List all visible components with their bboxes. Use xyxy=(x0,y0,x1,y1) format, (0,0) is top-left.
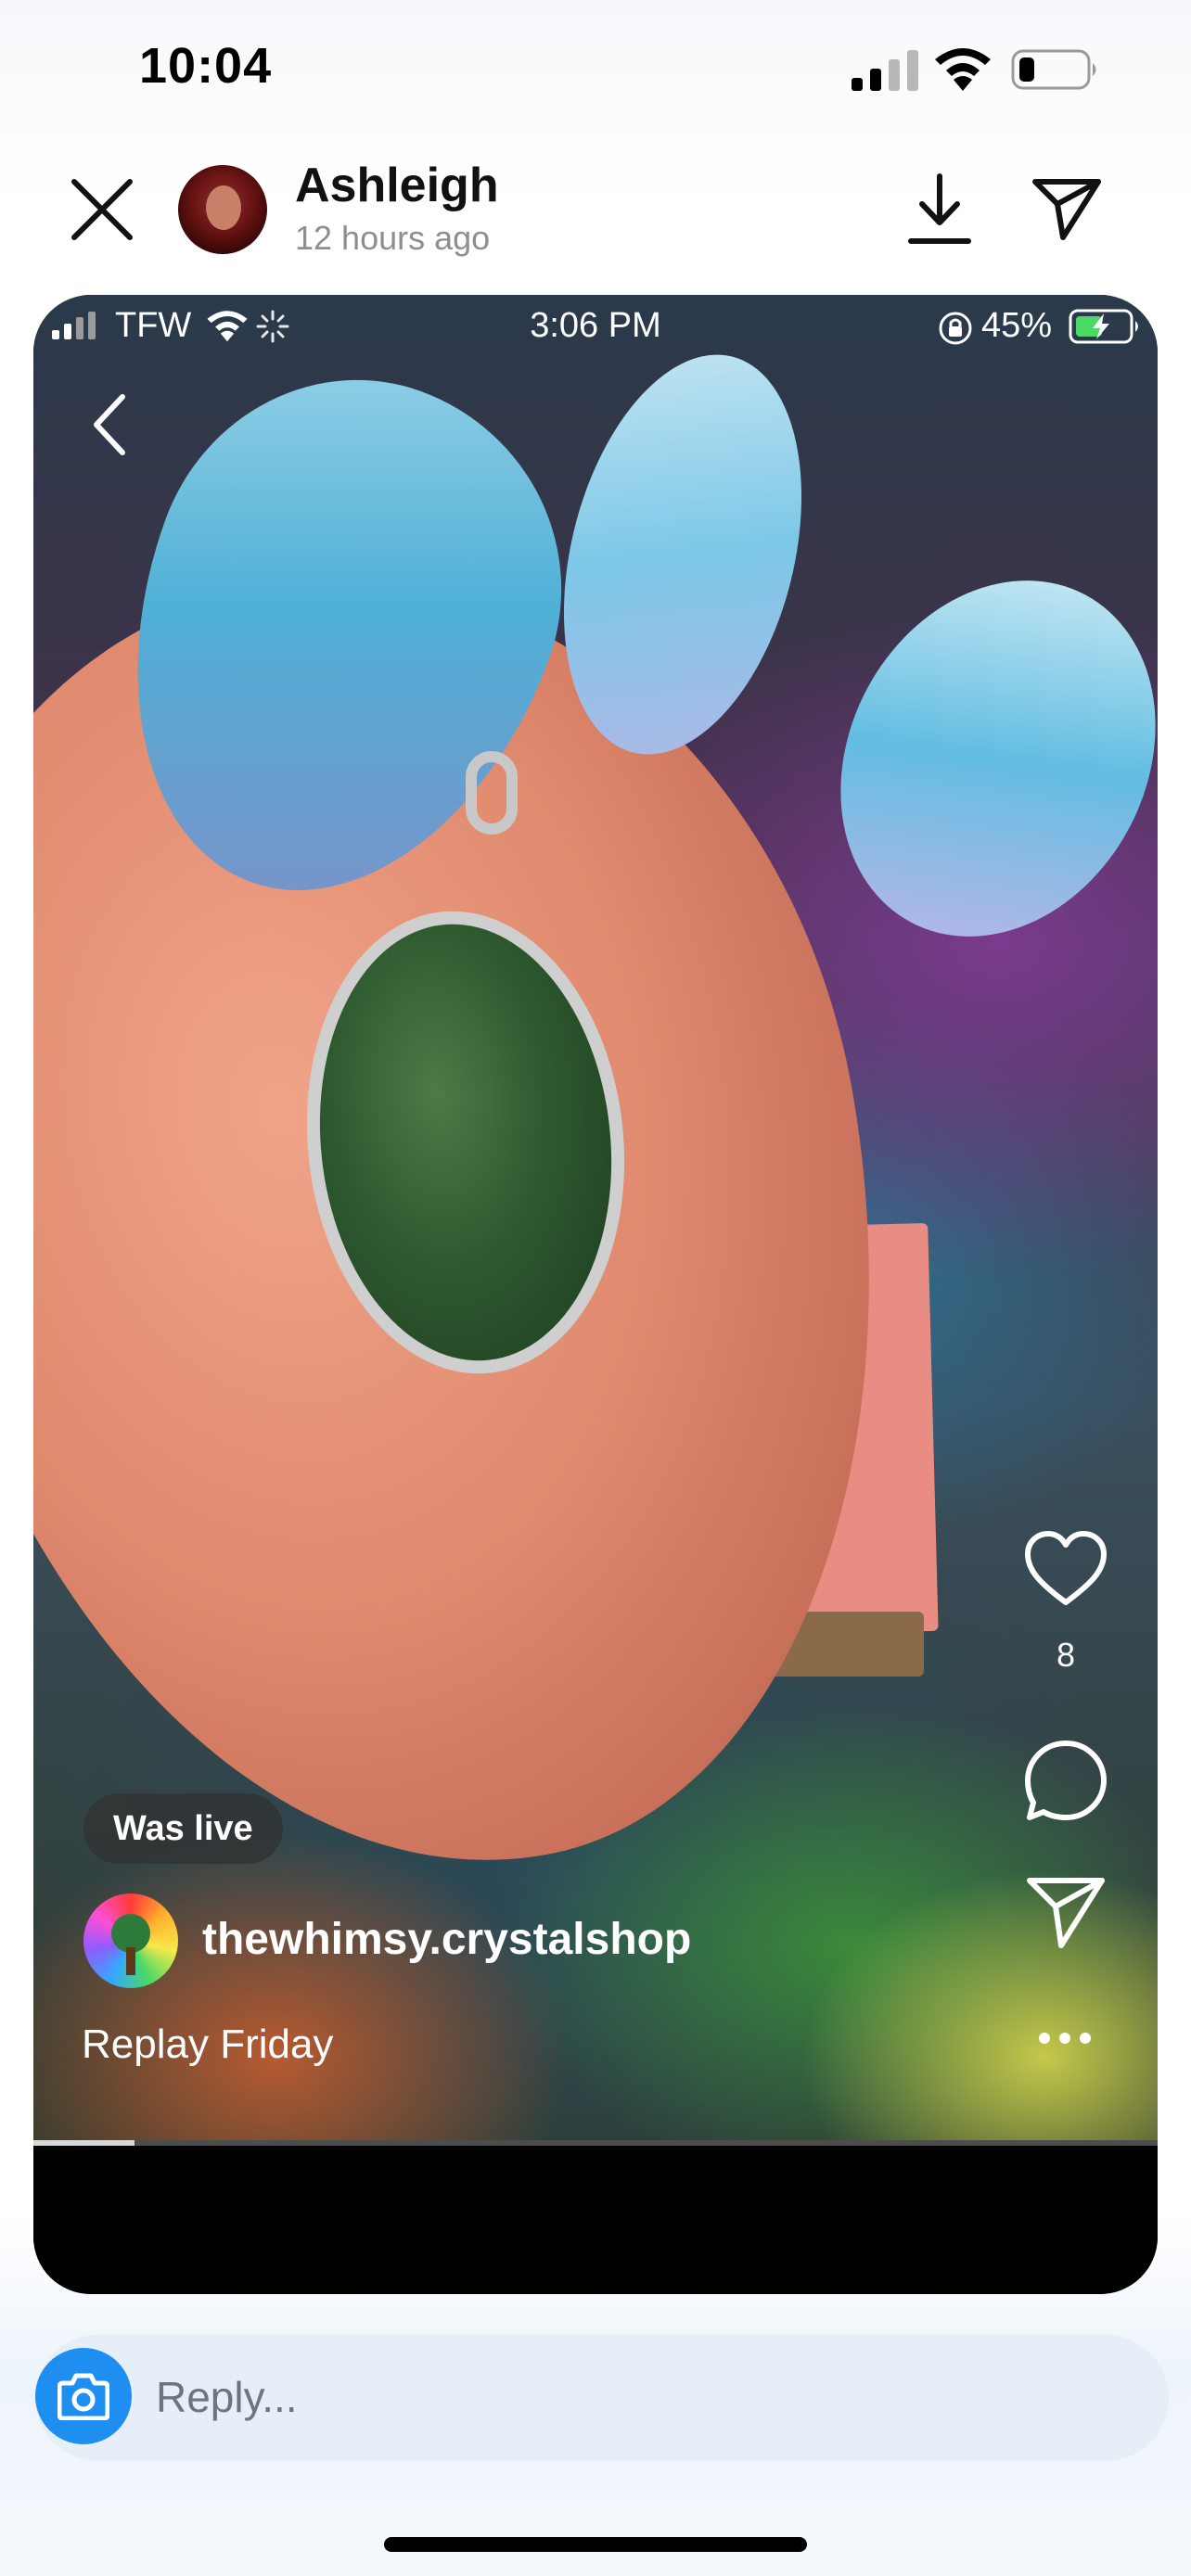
send-icon[interactable] xyxy=(1031,176,1102,241)
story-card[interactable]: TFW 3:06 PM 45% Was live thewhimsy.cryst… xyxy=(33,295,1158,2294)
avatar[interactable] xyxy=(178,165,267,254)
fingernail xyxy=(779,525,1158,992)
avatar-face xyxy=(206,185,241,230)
close-icon[interactable] xyxy=(67,174,137,245)
creator-avatar[interactable] xyxy=(83,1894,178,1988)
pendant-bail xyxy=(466,751,518,835)
back-chevron-icon xyxy=(94,394,125,455)
was-live-badge: Was live xyxy=(83,1793,283,1864)
reply-input[interactable] xyxy=(156,2365,1139,2429)
story-timestamp: 12 hours ago xyxy=(295,219,491,257)
avatar-trunk xyxy=(126,1947,135,1975)
embedded-battery-percent: 45% xyxy=(981,306,1053,345)
like-count: 8 xyxy=(1056,1636,1076,1674)
send-icon[interactable] xyxy=(1026,1875,1106,1949)
camera-button[interactable] xyxy=(35,2348,132,2444)
wifi-icon xyxy=(935,48,991,91)
story-caption: Replay Friday xyxy=(82,2021,334,2067)
home-indicator[interactable] xyxy=(384,2537,807,2552)
rotation-lock-icon xyxy=(939,312,972,345)
camera-icon xyxy=(58,2373,109,2420)
cellular-signal-icon xyxy=(852,50,918,91)
creator-username[interactable]: thewhimsy.crystalshop xyxy=(202,1914,691,1965)
story-footer xyxy=(33,2146,1158,2294)
more-icon[interactable] xyxy=(1020,2020,1109,2057)
download-icon[interactable] xyxy=(907,172,972,247)
battery-icon xyxy=(1011,49,1096,90)
comment-icon[interactable] xyxy=(1022,1738,1109,1825)
status-time: 10:04 xyxy=(139,38,273,94)
story-author-name[interactable]: Ashleigh xyxy=(295,158,499,213)
heart-icon[interactable] xyxy=(1024,1530,1108,1608)
story-viewer-screen: 10:04 Ashleigh 12 hours ago TFW 3:06 PM … xyxy=(0,0,1191,2576)
embedded-status-bar: TFW 3:06 PM 45% xyxy=(33,295,1158,365)
battery-charging-icon xyxy=(1069,309,1138,344)
